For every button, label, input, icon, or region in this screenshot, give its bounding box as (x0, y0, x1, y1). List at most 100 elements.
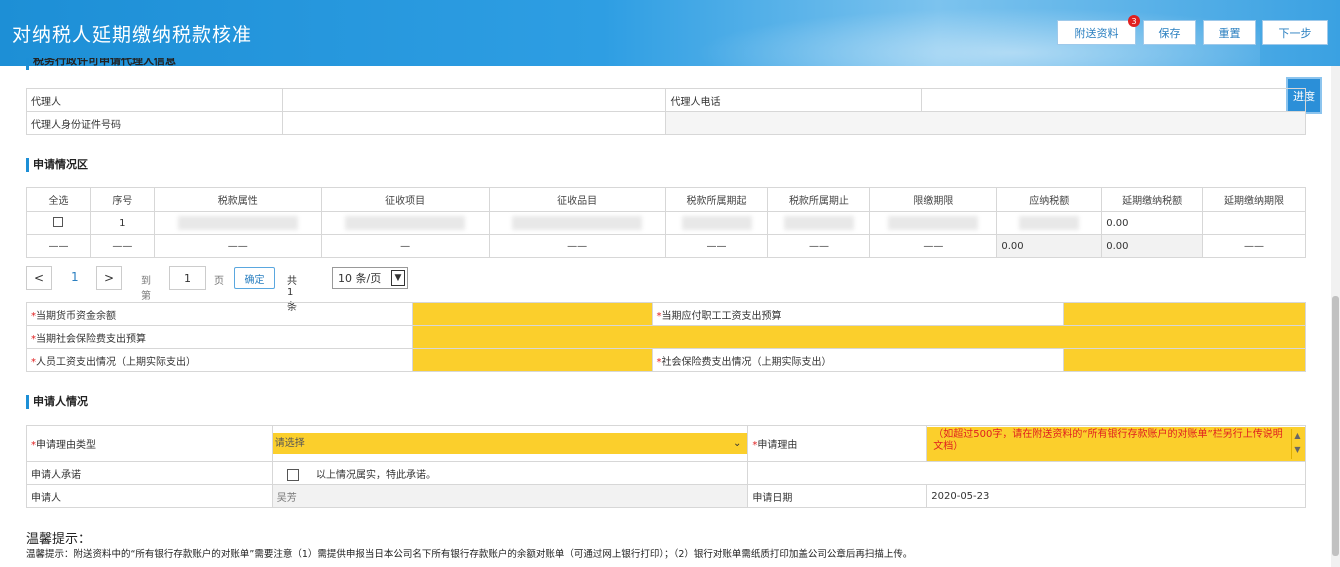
page-number-input[interactable]: 1 (169, 266, 206, 290)
col-period-end: 税款所属期止 (767, 187, 871, 212)
empty-cell (747, 461, 1306, 485)
chevron-down-icon: ▼ (391, 270, 405, 286)
row-collection-item (320, 211, 490, 235)
goto-label: 到第 (141, 276, 151, 302)
tips-title: 温馨提示： (26, 532, 92, 547)
table-row: 1 0.00 (26, 211, 1306, 235)
currency-balance-input[interactable] (411, 302, 653, 326)
reason-type-select[interactable]: 请选择 ⌄ (272, 433, 748, 454)
salary-actual-label: *人员工资支出情况（上期实际支出） (26, 348, 413, 372)
row-period-end (767, 211, 871, 235)
page-size-select[interactable]: 10 条/页 ▼ (332, 267, 408, 289)
application-section-title: 申请情况区 (26, 158, 88, 172)
col-period-start: 税款所属期起 (664, 187, 769, 212)
col-tax-attribute: 税款属性 (153, 187, 322, 212)
social-actual-label: *社会保险费支出情况（上期实际支出） (651, 348, 1065, 372)
current-page[interactable]: 1 (71, 270, 79, 284)
col-deferred-amount: 延期缴纳税额 (1101, 187, 1204, 212)
row-checkbox-cell (26, 211, 91, 235)
applicant-table: *申请理由类型 请选择 ⌄ *申请理由 （如超过500字，请在附送资料的“所有银… (26, 425, 1306, 508)
total-dash: —— (153, 234, 322, 258)
agent-id-input[interactable] (281, 111, 667, 135)
next-page-button[interactable]: > (96, 266, 122, 290)
col-collection-subitem: 征收品目 (488, 187, 666, 212)
social-insurance-budget-input[interactable] (411, 325, 1307, 349)
promise-text: 以上情况属实，特此承诺。 (315, 469, 436, 481)
col-payable: 应纳税额 (996, 187, 1103, 212)
attach-button[interactable]: 附送资料 (1057, 20, 1136, 45)
save-button[interactable]: 保存 (1143, 20, 1196, 45)
total-row: —— —— —— — —— —— —— —— 0.00 0.00 —— (26, 234, 1306, 258)
reset-button[interactable]: 重置 (1203, 20, 1256, 45)
promise-cell: 以上情况属实，特此承诺。 (271, 461, 749, 485)
total-dash: —— (767, 234, 871, 258)
applicant-label: 申请人 (26, 484, 273, 508)
vertical-scrollbar[interactable] (1331, 66, 1340, 567)
row-payable (996, 211, 1103, 235)
total-dash: —— (664, 234, 769, 258)
agent-id-label: 代理人身份证件号码 (26, 111, 283, 135)
date-value: 2020-05-23 (926, 484, 1306, 508)
row-deferred-deadline[interactable] (1202, 211, 1306, 235)
tips-text: 温馨提示：附送资料中的“所有银行存款账户的对账单”需要注意（1）需提供申报当日本… (26, 549, 913, 560)
agent-label: 代理人 (26, 88, 283, 112)
agent-phone-label: 代理人电话 (665, 88, 923, 112)
chevron-down-icon: ⌄ (733, 438, 742, 449)
col-collection-item: 征收项目 (320, 187, 490, 212)
total-dash: — (320, 234, 490, 258)
date-label: 申请日期 (747, 484, 928, 508)
prev-page-button[interactable]: < (26, 266, 52, 290)
reason-cell: （如超过500字，请在附送资料的“所有银行存款账户的对账单”栏另行上传说明文档）… (926, 425, 1306, 462)
total-dash: —— (869, 234, 998, 258)
reason-type-value: 请选择 (274, 438, 305, 449)
page-unit-label: 页 (214, 276, 224, 287)
total-dash: —— (89, 234, 155, 258)
page-header: 对纳税人延期缴纳税款核准 (0, 0, 1340, 66)
col-deadline: 限缴期限 (869, 187, 998, 212)
agent-input[interactable] (281, 88, 667, 112)
social-actual-input[interactable] (1063, 348, 1306, 372)
col-select-all[interactable]: 全选 (26, 187, 91, 212)
promise-checkbox[interactable] (286, 468, 299, 481)
agent-phone-input[interactable] (921, 88, 1306, 112)
next-button[interactable]: 下一步 (1262, 20, 1328, 45)
reason-textarea[interactable]: （如超过500字，请在附送资料的“所有银行存款账户的对账单”栏另行上传说明文档）… (927, 426, 1305, 461)
scrollbar-thumb[interactable] (1332, 296, 1339, 556)
total-dash: —— (488, 234, 666, 258)
agent-info-table: 代理人 代理人电话 代理人身份证件号码 (26, 88, 1306, 135)
total-dash: —— (1202, 234, 1306, 258)
row-period-start (664, 211, 769, 235)
reason-placeholder: （如超过500字，请在附送资料的“所有银行存款账户的对账单”栏另行上传说明文档） (933, 428, 1283, 452)
applicant-value: 吴芳 (271, 484, 749, 508)
salary-actual-input[interactable] (411, 348, 653, 372)
row-checkbox[interactable] (53, 216, 64, 227)
total-deferred: 0.00 (1101, 234, 1204, 258)
row-tax-attribute (153, 211, 322, 235)
promise-label: 申请人承诺 (26, 461, 273, 485)
payroll-budget-label: *当期应付职工工资支出预算 (651, 302, 1065, 326)
row-collection-subitem (488, 211, 666, 235)
reason-type-cell: 请选择 ⌄ (271, 425, 749, 462)
application-table: 全选 序号 税款属性 征收项目 征收品目 税款所属期起 税款所属期止 限缴期限 … (26, 187, 1306, 258)
page-title: 对纳税人延期缴纳税款核准 (12, 24, 253, 46)
currency-balance-label: *当期货币资金余额 (26, 302, 413, 326)
row-deadline (869, 211, 998, 235)
total-payable: 0.00 (996, 234, 1103, 258)
row-index: 1 (89, 211, 155, 235)
textarea-scrollbar[interactable]: ▲ ▼ (1291, 428, 1303, 459)
agent-section-title: 税务行政许可申请代理人信息 (26, 58, 176, 70)
col-deferred-deadline: 延期缴纳期限 (1202, 187, 1306, 212)
attach-count-badge: 3 (1128, 15, 1140, 27)
row-deferred-amount[interactable]: 0.00 (1101, 211, 1204, 235)
empty-cell (665, 111, 1306, 135)
col-index: 序号 (89, 187, 155, 212)
reason-type-label: *申请理由类型 (26, 425, 273, 462)
page-size-value: 10 条/页 (338, 272, 382, 285)
financial-table: *当期货币资金余额 *当期应付职工工资支出预算 *当期社会保险费支出预算 *人员… (26, 302, 1307, 372)
reason-label: *申请理由 (747, 425, 928, 462)
social-insurance-budget-label: *当期社会保险费支出预算 (26, 325, 413, 349)
page-confirm-button[interactable]: 确定 (234, 267, 275, 289)
applicant-section-title: 申请人情况 (26, 395, 88, 409)
total-dash: —— (26, 234, 91, 258)
payroll-budget-input[interactable] (1063, 302, 1306, 326)
